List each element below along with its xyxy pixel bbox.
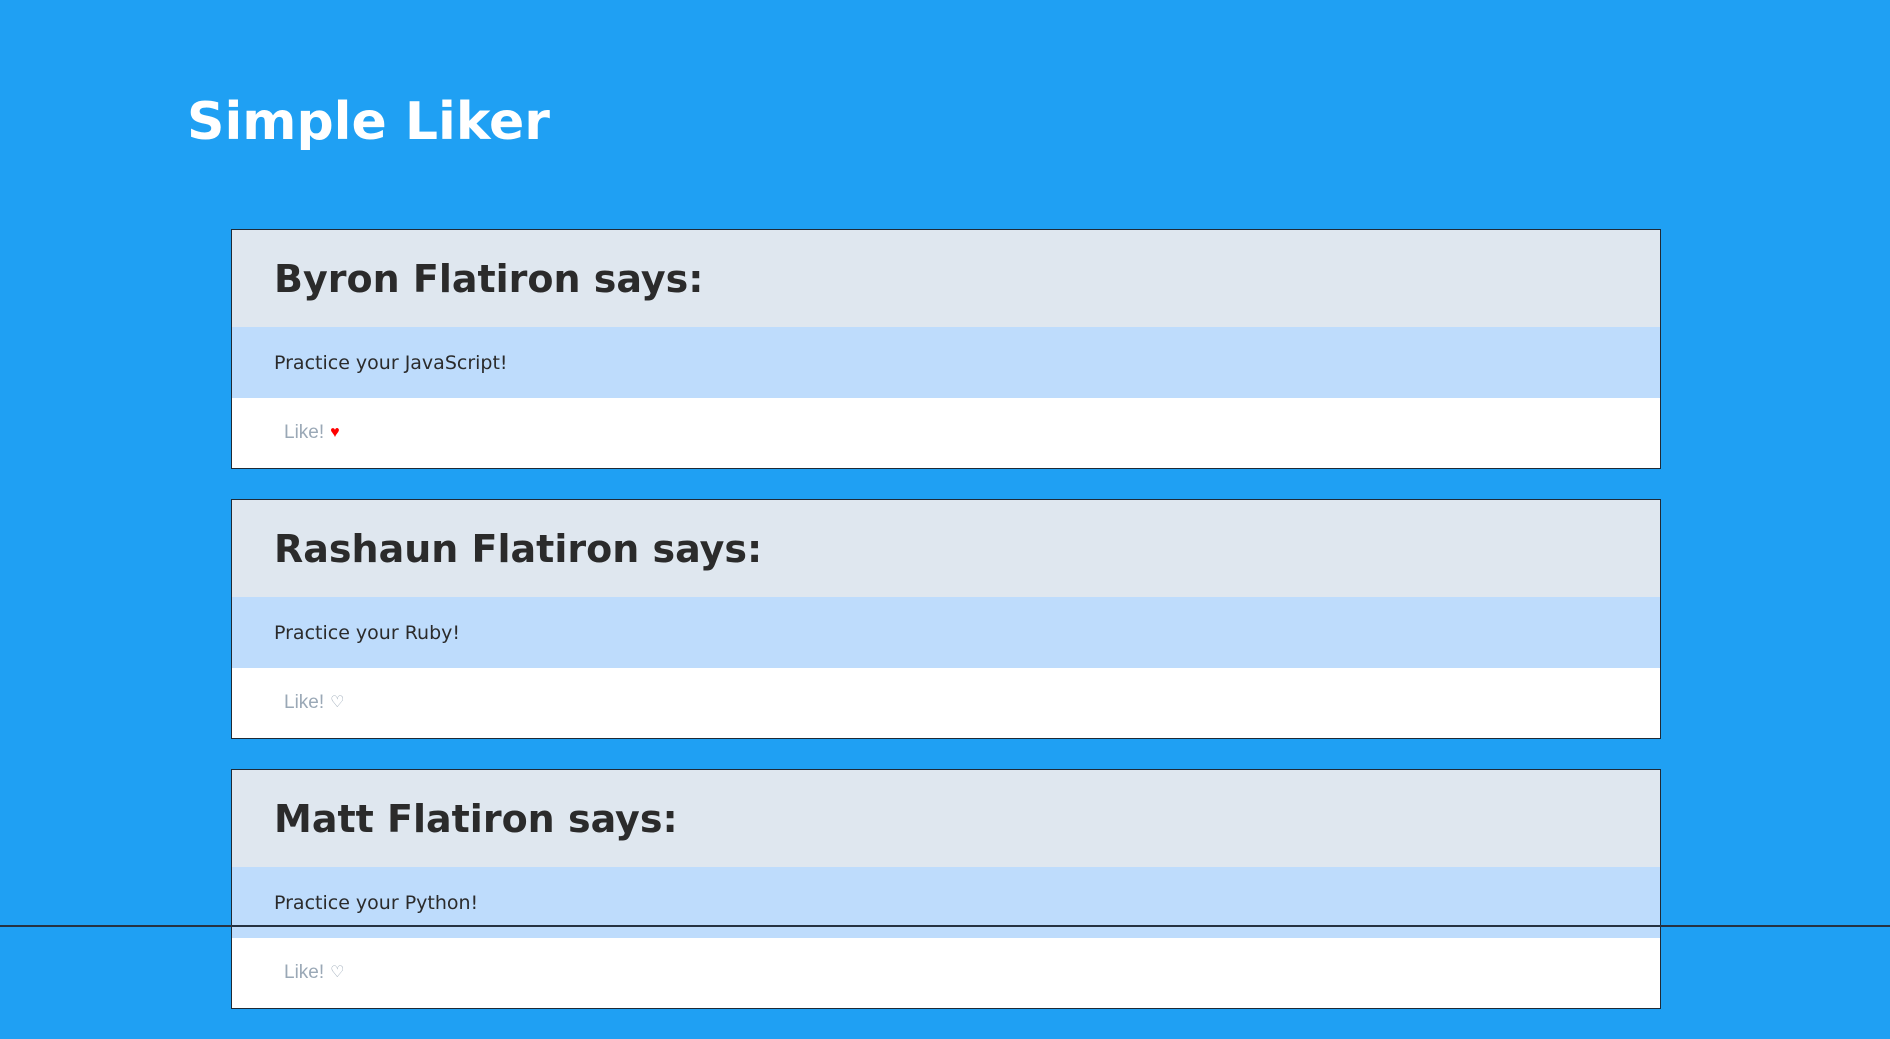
post-body: Practice your JavaScript!: [232, 327, 1660, 398]
post-list: Byron Flatiron says: Practice your JavaS…: [231, 229, 1661, 1039]
heart-outline-icon: ♡: [330, 694, 345, 711]
page-title: Simple Liker: [187, 92, 550, 152]
heart-filled-icon: ♥: [330, 424, 340, 441]
post-body: Practice your Python!: [232, 867, 1660, 938]
post-header: Matt Flatiron says:: [232, 770, 1660, 867]
post-footer: Like! ♡: [232, 938, 1660, 1008]
post-author: Byron Flatiron says:: [274, 256, 704, 301]
post-author: Rashaun Flatiron says:: [274, 526, 763, 571]
post-card: Byron Flatiron says: Practice your JavaS…: [231, 229, 1661, 469]
like-button[interactable]: Like! ♡: [284, 962, 344, 984]
heart-outline-icon: ♡: [330, 964, 345, 981]
post-message: Practice your Python!: [274, 891, 479, 914]
post-message: Practice your Ruby!: [274, 621, 461, 644]
like-label: Like!: [284, 962, 325, 983]
post-body: Practice your Ruby!: [232, 597, 1660, 668]
post-author: Matt Flatiron says:: [274, 796, 678, 841]
post-header: Rashaun Flatiron says:: [232, 500, 1660, 597]
post-header: Byron Flatiron says:: [232, 230, 1660, 327]
post-card: Matt Flatiron says: Practice your Python…: [231, 769, 1661, 1009]
post-footer: Like! ♥: [232, 398, 1660, 468]
like-label: Like!: [284, 422, 325, 443]
like-button[interactable]: Like! ♡: [284, 692, 344, 714]
like-button[interactable]: Like! ♥: [284, 422, 340, 444]
post-footer: Like! ♡: [232, 668, 1660, 738]
post-card: Rashaun Flatiron says: Practice your Rub…: [231, 499, 1661, 739]
post-message: Practice your JavaScript!: [274, 351, 508, 374]
like-label: Like!: [284, 692, 325, 713]
